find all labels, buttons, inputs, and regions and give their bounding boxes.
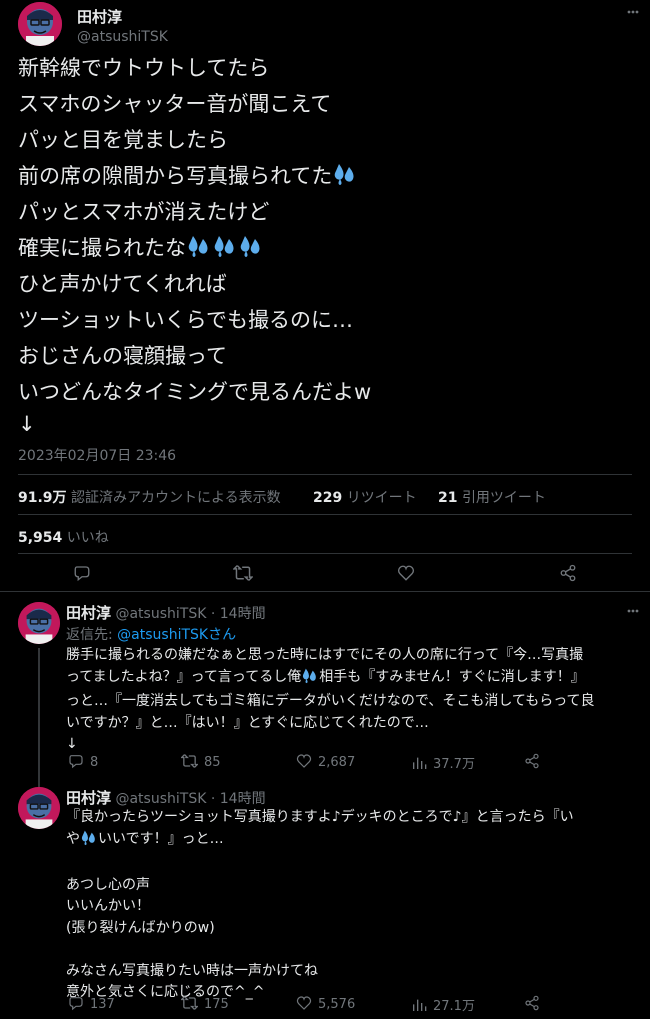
divider <box>18 514 632 515</box>
author-name[interactable]: 田村淳 <box>66 789 111 807</box>
sweat-droplets-icon <box>332 161 358 197</box>
sweat-droplets-icon <box>212 233 238 269</box>
author-name[interactable]: 田村淳 <box>77 6 122 27</box>
tweet-line: パッと目を覚ましたら <box>18 128 228 152</box>
views-count: 91.9万 <box>18 490 67 506</box>
quotes-stat[interactable]: 21 引用ツイート <box>438 487 546 507</box>
likes-count: 5,954 <box>18 530 63 546</box>
author-handle[interactable]: @atsushiTSK <box>115 791 206 807</box>
reply-to-label: 返信先: <box>66 627 118 643</box>
thread-line <box>38 648 40 788</box>
tweet-line: いつどんなタイミングで見るんだよw <box>18 380 372 404</box>
reply-line: っと…『一度消去してもゴミ箱にデータがいくだけなので、そこも消してもらって良 <box>66 693 595 709</box>
author-handle[interactable]: @atsushiTSK <box>77 29 168 45</box>
tweet-line: 前の席の隙間から写真撮られてた <box>18 164 333 188</box>
more-options-icon[interactable] <box>626 603 640 622</box>
tweet-timestamp[interactable]: 2023年02月07日 23:46 <box>18 445 176 465</box>
reply-count: 8 <box>90 755 99 770</box>
retweets-label: リツイート <box>346 490 417 506</box>
tweet-line-with-emoji: 前の席の隙間から写真撮られてた <box>18 158 358 197</box>
reply-header: 田村淳 @atsushiTSK · 14時間 <box>66 602 266 623</box>
reply-line: (張り裂けんばかりのw) <box>66 919 215 936</box>
retweets-count: 229 <box>313 490 343 506</box>
reply-text: 勝手に撮られるの嫌だなぁと思った時にはすでにその人の席に行って『今…写真撮 って… <box>66 645 636 756</box>
divider <box>0 591 650 592</box>
share-icon[interactable] <box>559 564 577 586</box>
quotes-label: 引用ツイート <box>461 490 546 506</box>
retweets-stat[interactable]: 229 リツイート <box>313 487 417 507</box>
reply-time[interactable]: 14時間 <box>220 606 266 622</box>
reply-line: 相手も『すみません！すぐに消します！』 <box>319 668 585 685</box>
tweet-line: ↓ <box>18 412 36 436</box>
likes-label: いいね <box>66 530 109 546</box>
like-action[interactable]: 2,687 <box>296 753 355 770</box>
avatar[interactable] <box>18 787 60 829</box>
like-count: 5,576 <box>318 997 356 1012</box>
author-handle[interactable]: @atsushiTSK <box>115 606 206 622</box>
reply-line: ってましたよね？』って言ってるし俺 <box>66 668 302 685</box>
reply-line: いいです！』っと… <box>98 830 224 847</box>
like-action[interactable]: 5,576 <box>296 995 355 1012</box>
retweet-action[interactable]: 85 <box>180 753 221 770</box>
reply-line: いですか？』と…『はい！』とすぐに応じてくれたので… <box>66 714 429 731</box>
reply-time[interactable]: 14時間 <box>220 791 266 807</box>
reply-to: 返信先: @atsushiTSKさん <box>66 624 236 644</box>
quotes-count: 21 <box>438 490 458 506</box>
tweet-line: 確実に撮られたな <box>18 236 186 260</box>
avatar[interactable] <box>18 602 60 644</box>
tweet-line: ツーショットいくらでも撮るのに… <box>18 308 353 332</box>
divider <box>18 474 632 475</box>
tweet-line-with-emoji: 確実に撮られたな <box>18 230 264 269</box>
share-icon[interactable] <box>524 995 540 1015</box>
reply-text: 『良かったらツーショット写真撮りますよ♪デッキのところで♪』と言ったら『い やい… <box>66 807 636 1004</box>
reply-line: あつし心の声 <box>66 876 150 893</box>
retweet-action[interactable]: 175 <box>180 995 229 1012</box>
tweet-line: ひと声かけてくれれば <box>18 272 227 296</box>
reply-line: 勝手に撮られるの嫌だなぁと思った時にはすでにその人の席に行って『今…写真撮 <box>66 647 584 663</box>
views-action[interactable]: 37.7万 <box>411 753 475 772</box>
dot-separator: · <box>210 606 216 622</box>
reply-action[interactable]: 8 <box>68 753 98 770</box>
views-label: 認証済みアカウントによる表示数 <box>71 490 281 506</box>
reply-header: 田村淳 @atsushiTSK · 14時間 <box>66 787 266 808</box>
views-count: 37.7万 <box>433 757 475 772</box>
retweet-count: 85 <box>204 755 221 770</box>
sweat-droplets-icon <box>186 233 212 269</box>
more-options-icon[interactable] <box>626 4 640 23</box>
reply-action[interactable]: 137 <box>68 995 115 1012</box>
tweet-line: 新幹線でウトウトしてたら <box>18 56 270 80</box>
retweet-count: 175 <box>204 997 229 1012</box>
reply-line: 『良かったらツーショット写真撮りますよ♪デッキのところで♪』と言ったら『い <box>66 809 574 825</box>
reply-count: 137 <box>90 997 115 1012</box>
like-icon[interactable] <box>397 564 415 586</box>
views-count: 27.1万 <box>433 999 475 1014</box>
reply-line: みなさん写真撮りたい時は一声かけてね <box>66 962 318 979</box>
sweat-droplets-icon <box>238 233 264 269</box>
author-name[interactable]: 田村淳 <box>66 604 111 622</box>
likes-stat[interactable]: 5,954 いいね <box>18 527 109 547</box>
reply-line-with-emoji: ってましたよね？』って言ってるし俺 相手も『すみません！すぐに消します！』 <box>66 667 636 692</box>
like-count: 2,687 <box>318 755 356 770</box>
reply-line <box>66 853 636 875</box>
reply-line: や <box>66 830 80 847</box>
tweet-line: おじさんの寝顔撮って <box>18 344 227 368</box>
dot-separator: · <box>210 791 216 807</box>
reply-icon[interactable] <box>73 564 91 586</box>
avatar[interactable] <box>18 2 62 46</box>
divider <box>18 553 632 554</box>
tweet-line: パッとスマホが消えたけど <box>18 200 270 224</box>
reply-line-with-emoji: や いいです！』っと… <box>66 829 636 854</box>
reply-to-handle[interactable]: @atsushiTSKさん <box>117 627 236 643</box>
share-icon[interactable] <box>524 753 540 773</box>
views-stat[interactable]: 91.9万 認証済みアカウントによる表示数 <box>18 487 281 507</box>
retweet-icon[interactable] <box>232 564 254 586</box>
sweat-droplets-icon <box>80 829 98 854</box>
reply-line: いいんかい！ <box>66 898 150 914</box>
tweet-line: スマホのシャッター音が聞こえて <box>18 92 332 116</box>
sweat-droplets-icon <box>301 667 319 692</box>
reply-line <box>66 939 636 961</box>
views-action[interactable]: 27.1万 <box>411 995 475 1014</box>
